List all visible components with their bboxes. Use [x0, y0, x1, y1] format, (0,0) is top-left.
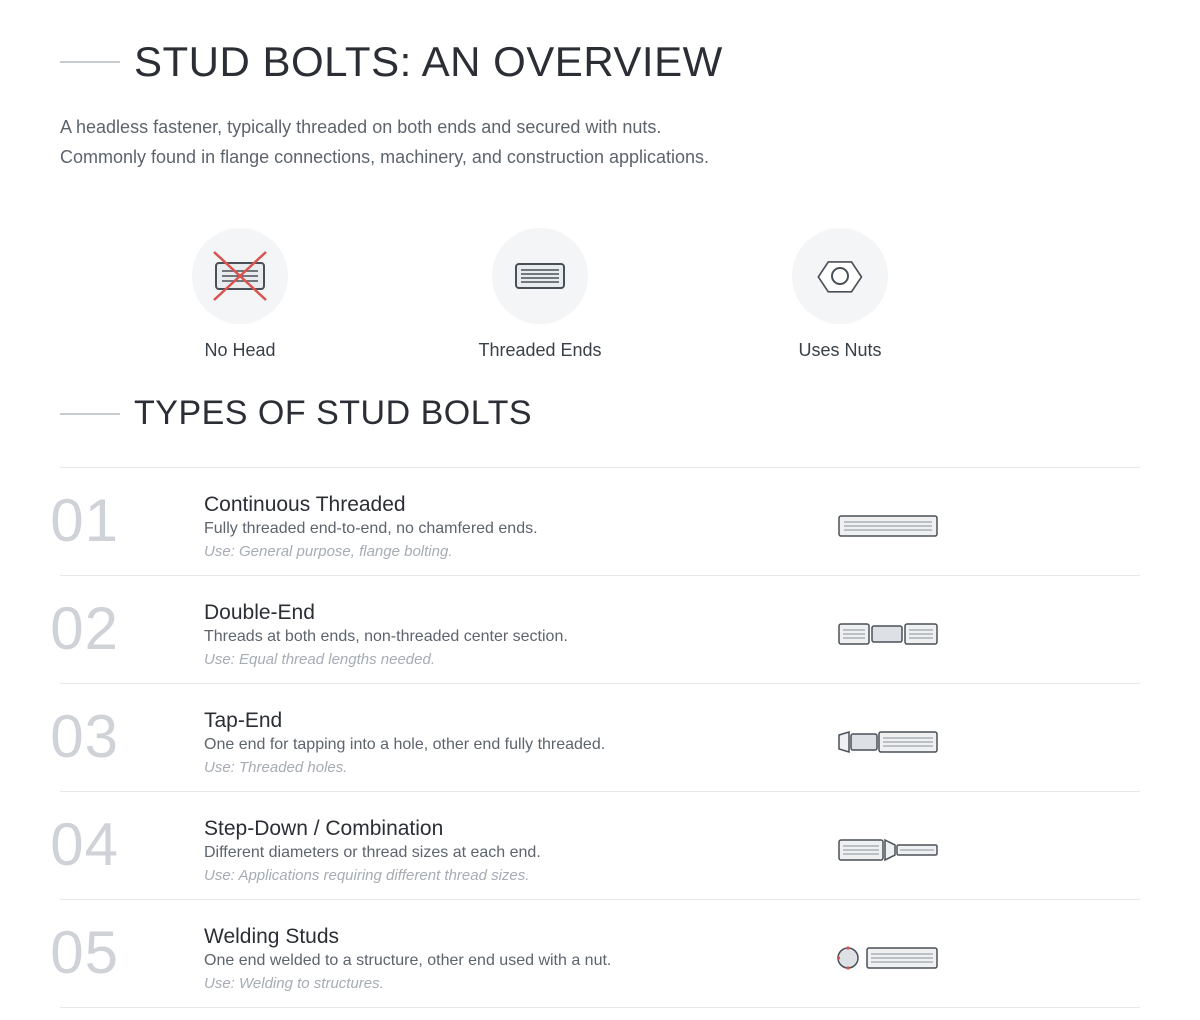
intro-line-2: Commonly found in flange connections, ma… — [60, 147, 710, 167]
hex-nut-icon — [817, 261, 863, 293]
intro-text: A headless fastener, typically threaded … — [60, 112, 709, 172]
feature-label: Uses Nuts — [798, 340, 882, 360]
type-description: One end welded to a structure, other end… — [204, 952, 612, 969]
type-number: 03 — [50, 703, 119, 770]
intro-line-1: A headless fastener, typically threaded … — [60, 117, 662, 137]
tap-end-stud-icon — [838, 730, 938, 754]
double-end-stud-icon — [838, 623, 938, 645]
section-title: TYPES OF STUD BOLTS — [134, 394, 533, 432]
type-use: Use: General purpose, flange bolting. — [204, 543, 453, 560]
type-name: Double-End — [204, 601, 315, 624]
type-name: Tap-End — [204, 709, 283, 732]
feature-label: No Head — [204, 340, 276, 360]
type-use: Use: Welding to structures. — [204, 975, 384, 992]
feature-label: Threaded Ends — [478, 340, 602, 360]
type-use: Use: Threaded holes. — [204, 759, 348, 776]
welding-stud-icon — [836, 946, 938, 970]
feature-icon-circle — [492, 228, 588, 324]
type-text: Step-Down / Combination Different diamet… — [204, 816, 541, 888]
feature-no-head: No Head — [140, 228, 340, 361]
page-title: STUD BOLTS: AN OVERVIEW — [134, 38, 723, 85]
type-name: Continuous Threaded — [204, 493, 406, 516]
heading-rule — [60, 61, 120, 63]
overview-heading: STUD BOLTS: AN OVERVIEW — [60, 38, 723, 86]
type-number: 02 — [50, 595, 119, 662]
feature-threaded-ends: Threaded Ends — [440, 228, 640, 361]
feature-icon-circle — [192, 228, 288, 324]
type-use: Use: Applications requiring different th… — [204, 867, 530, 884]
feature-uses-nuts: Uses Nuts — [740, 228, 940, 361]
feature-icon-circle — [792, 228, 888, 324]
type-text: Continuous Threaded Fully threaded end-t… — [204, 492, 538, 564]
type-row: 01 Continuous Threaded Fully threaded en… — [50, 468, 1140, 576]
threaded-ends-icon — [515, 263, 565, 289]
feature-list: No Head Threaded Ends Uses Nuts — [0, 228, 1200, 368]
type-row: 02 Double-End Threads at both ends, non-… — [50, 576, 1140, 684]
type-name: Welding Studs — [204, 925, 340, 948]
type-description: Fully threaded end-to-end, no chamfered … — [204, 520, 538, 537]
no-head-icon — [213, 251, 267, 301]
type-row: 03 Tap-End One end for tapping into a ho… — [50, 684, 1140, 792]
type-row: 04 Step-Down / Combination Different dia… — [50, 792, 1140, 900]
type-description: Different diameters or thread sizes at e… — [204, 844, 541, 861]
heading-rule — [60, 412, 120, 415]
type-name: Step-Down / Combination — [204, 817, 444, 840]
step-down-stud-icon — [838, 838, 938, 862]
type-number: 04 — [50, 811, 119, 878]
types-heading: TYPES OF STUD BOLTS — [60, 394, 532, 433]
type-row: 05 Welding Studs One end welded to a str… — [50, 900, 1140, 1008]
continuous-threaded-stud-icon — [838, 515, 938, 537]
type-use: Use: Equal thread lengths needed. — [204, 651, 435, 668]
type-text: Tap-End One end for tapping into a hole,… — [204, 708, 605, 780]
type-description: One end for tapping into a hole, other e… — [204, 736, 606, 753]
type-number: 05 — [50, 919, 119, 986]
type-text: Double-End Threads at both ends, non-thr… — [204, 600, 568, 672]
type-text: Welding Studs One end welded to a struct… — [204, 924, 611, 996]
types-list: 01 Continuous Threaded Fully threaded en… — [50, 467, 1140, 1008]
type-number: 01 — [50, 487, 119, 554]
type-description: Threads at both ends, non-threaded cente… — [204, 628, 568, 645]
